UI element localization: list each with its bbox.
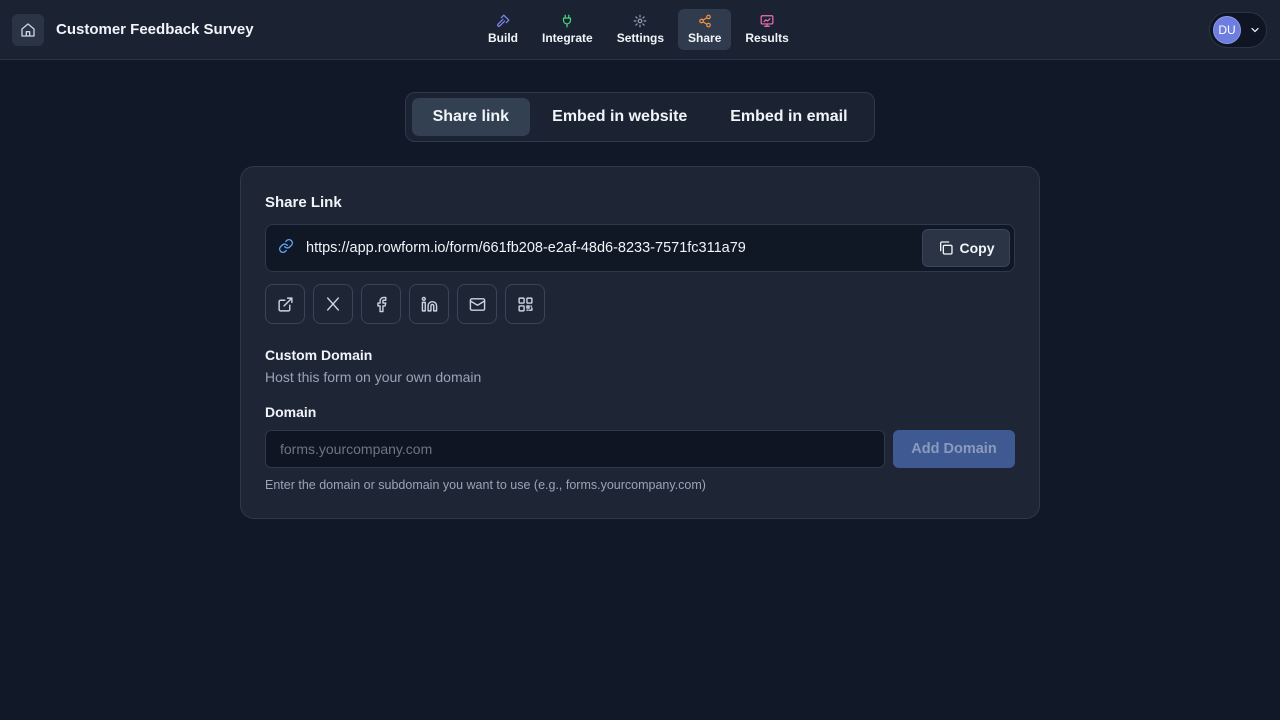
qr-code-button[interactable] (505, 284, 545, 324)
share-linkedin-button[interactable] (409, 284, 449, 324)
mail-icon (469, 297, 485, 311)
avatar: DU (1213, 16, 1241, 44)
nav-results-label: Results (745, 31, 789, 45)
share-url-box: https://app.rowform.io/form/661fb208-e2a… (265, 224, 1015, 272)
nav-share-label: Share (688, 31, 722, 45)
tab-embed-email[interactable]: Embed in email (710, 98, 868, 136)
open-link-button[interactable] (265, 284, 305, 324)
nav-results[interactable]: Results (735, 9, 798, 50)
x-twitter-icon (327, 297, 339, 311)
nav-integrate[interactable]: Integrate (532, 9, 603, 50)
nav-build[interactable]: Build (478, 9, 528, 50)
nav-build-label: Build (488, 31, 518, 45)
nav-share[interactable]: Share (678, 9, 732, 50)
tab-embed-website[interactable]: Embed in website (534, 98, 706, 136)
tab-share-link[interactable]: Share link (412, 98, 530, 136)
link-icon (279, 239, 293, 253)
facebook-icon (376, 296, 386, 312)
custom-domain-title: Custom Domain (265, 347, 373, 363)
domain-input[interactable] (265, 430, 885, 468)
share-url[interactable]: https://app.rowform.io/form/661fb208-e2a… (306, 239, 746, 257)
share-x-button[interactable] (313, 284, 353, 324)
share-link-card: Share Link https://app.rowform.io/form/6… (240, 166, 1040, 519)
share-facebook-button[interactable] (361, 284, 401, 324)
chevron-down-icon (1251, 27, 1259, 33)
nav-settings-label: Settings (616, 31, 665, 45)
domain-field-label: Domain (265, 404, 317, 420)
external-link-icon (277, 296, 293, 312)
share-icon (698, 14, 711, 28)
share-link-title: Share Link (265, 194, 342, 211)
user-menu[interactable]: DU (1209, 12, 1267, 48)
top-bar: Customer Feedback Survey Build Integrate… (0, 0, 1280, 60)
nav-settings[interactable]: Settings (607, 9, 674, 50)
share-email-button[interactable] (457, 284, 497, 324)
nav-integrate-label: Integrate (542, 31, 593, 45)
copy-label: Copy (959, 240, 995, 256)
plug-icon (563, 14, 572, 28)
copy-icon (939, 241, 953, 255)
main-nav: Build Integrate Settings Share Results (478, 9, 799, 50)
share-options (265, 284, 545, 324)
chart-monitor-icon (760, 15, 774, 27)
domain-hint: Enter the domain or subdomain you want t… (265, 478, 706, 492)
form-title: Customer Feedback Survey (56, 21, 254, 38)
share-mode-tabs: Share link Embed in website Embed in ema… (405, 92, 875, 142)
custom-domain-subtitle: Host this form on your own domain (265, 369, 482, 385)
linkedin-icon (421, 296, 437, 312)
copy-button[interactable]: Copy (922, 229, 1010, 267)
qr-code-icon (517, 296, 533, 312)
home-button[interactable] (12, 14, 44, 46)
gear-icon (633, 14, 647, 28)
add-domain-button[interactable]: Add Domain (893, 430, 1015, 468)
home-icon (21, 23, 35, 37)
hammer-icon (497, 14, 510, 27)
